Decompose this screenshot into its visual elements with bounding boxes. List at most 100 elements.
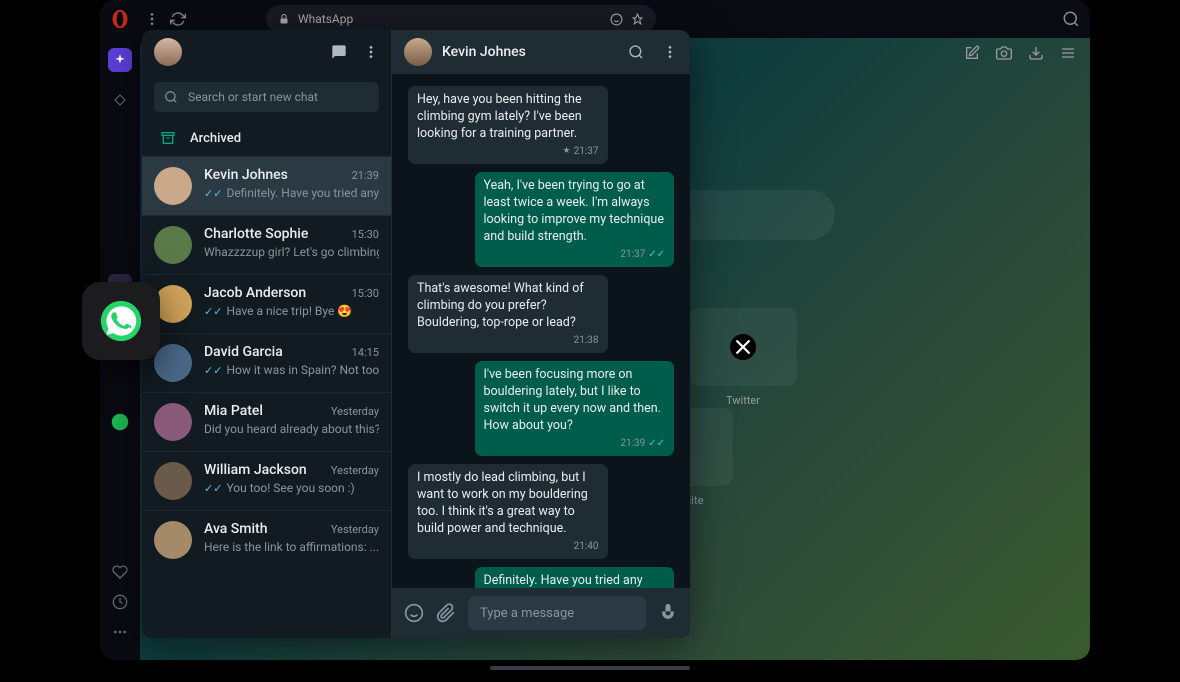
clock-icon[interactable]: [112, 594, 128, 610]
chat-item[interactable]: William Jackson Yesterday ✓✓ You too! Se…: [142, 451, 391, 510]
spotify-icon[interactable]: [108, 410, 132, 434]
more-vertical-icon[interactable]: [144, 11, 160, 27]
download-icon[interactable]: [1028, 45, 1044, 61]
chat-preview: ✓✓ How it was in Spain? Not too...: [204, 363, 379, 377]
message-text: Definitely. Have you tried any specific …: [484, 573, 666, 588]
emoji-icon[interactable]: [610, 13, 623, 26]
message-text: Yeah, I've been trying to go at least tw…: [484, 178, 666, 246]
message-input-bar: Type a message: [392, 588, 690, 638]
menu-icon[interactable]: [1060, 45, 1076, 61]
heart-icon[interactable]: [112, 564, 128, 580]
conversation-header: Kevin Johnes: [392, 30, 690, 74]
more-vertical-icon[interactable]: [662, 44, 678, 60]
chat-avatar: [154, 167, 192, 205]
message-incoming: That's awesome! What kind of climbing do…: [408, 275, 608, 353]
chat-item[interactable]: David Garcia 14:15 ✓✓ How it was in Spai…: [142, 333, 391, 392]
conversation-pane: Kevin Johnes Hey, have you been hitting …: [392, 30, 690, 638]
mic-icon[interactable]: [658, 603, 678, 623]
message-outgoing: I've been focusing more on bouldering la…: [475, 361, 675, 456]
tile-label: Twitter: [726, 394, 760, 407]
star-icon: ★: [563, 145, 571, 157]
chat-name: Kevin Johnes: [204, 167, 288, 183]
chat-name: William Jackson: [204, 462, 307, 478]
chat-item[interactable]: Mia Patel Yesterday Did you heard alread…: [142, 392, 391, 451]
message-outgoing: Definitely. Have you tried any specific …: [475, 567, 675, 588]
more-vertical-icon[interactable]: [363, 44, 379, 60]
message-text: I've been focusing more on bouldering la…: [484, 367, 666, 435]
chat-list-pane: Search or start new chat Archived Kevin …: [142, 30, 392, 638]
read-check-icon: ✓✓: [204, 364, 222, 377]
message-text: I mostly do lead climbing, but I want to…: [417, 470, 599, 538]
message-incoming: Hey, have you been hitting the climbing …: [408, 86, 608, 164]
message-time: 21:38: [417, 334, 599, 348]
reload-icon[interactable]: [170, 11, 186, 27]
chat-preview: Here is the link to affirmations: ...: [204, 540, 379, 554]
new-chat-icon[interactable]: [331, 44, 347, 60]
whatsapp-icon: [99, 299, 143, 343]
message-text: That's awesome! What kind of climbing do…: [417, 281, 599, 332]
message-time: ★ 21:37: [417, 145, 599, 159]
more-horizontal-icon[interactable]: [112, 624, 128, 640]
chat-avatar: [154, 403, 192, 441]
chat-name: David Garcia: [204, 344, 283, 360]
chat-time: 15:30: [352, 228, 379, 241]
search-icon: [164, 90, 178, 104]
chat-time: Yesterday: [331, 464, 379, 477]
address-bar[interactable]: WhatsApp: [266, 5, 656, 33]
message-list: Hey, have you been hitting the climbing …: [392, 74, 690, 588]
search-icon[interactable]: [628, 44, 644, 60]
chat-avatar: [154, 462, 192, 500]
chat-item[interactable]: Ava Smith Yesterday Here is the link to …: [142, 510, 391, 569]
chat-avatar: [154, 344, 192, 382]
scroll-indicator: [490, 666, 690, 670]
x-icon: [730, 334, 756, 360]
chat-avatar: [154, 226, 192, 264]
chat-time: Yesterday: [331, 405, 379, 418]
message-text: Hey, have you been hitting the climbing …: [417, 92, 599, 143]
chat-avatar: [154, 521, 192, 559]
emoji-icon[interactable]: [404, 603, 424, 623]
my-avatar[interactable]: [154, 38, 182, 66]
diamond-icon[interactable]: [108, 88, 132, 112]
message-time: 21:39 ✓✓: [484, 437, 666, 451]
contact-avatar[interactable]: [404, 38, 432, 66]
message-time: 21:37 ✓✓: [484, 248, 666, 262]
opera-logo-icon: [110, 9, 130, 29]
chat-list-header: [142, 30, 391, 74]
chat-time: 14:15: [352, 346, 379, 359]
page-title: WhatsApp: [298, 12, 353, 26]
archived-row[interactable]: Archived: [142, 120, 391, 156]
message-time: 21:40: [417, 540, 599, 554]
read-check-icon: ✓✓: [648, 437, 665, 451]
whatsapp-badge: [82, 282, 160, 360]
edit-icon[interactable]: [964, 45, 980, 61]
chat-list: Kevin Johnes 21:39 ✓✓ Definitely. Have y…: [142, 156, 391, 638]
speed-dial-tile-twitter[interactable]: Twitter: [689, 308, 797, 407]
read-check-icon: ✓✓: [204, 305, 222, 318]
camera-icon[interactable]: [996, 45, 1012, 61]
read-check-icon: ✓✓: [204, 482, 222, 495]
chat-search[interactable]: Search or start new chat: [154, 82, 379, 112]
chat-preview: Whazzzzup girl? Let's go climbing...: [204, 245, 379, 259]
archived-label: Archived: [190, 131, 241, 146]
chat-time: 15:30: [352, 287, 379, 300]
contact-name: Kevin Johnes: [442, 44, 526, 60]
message-incoming: I mostly do lead climbing, but I want to…: [408, 464, 608, 559]
message-input[interactable]: Type a message: [468, 596, 646, 630]
attach-icon[interactable]: [436, 603, 456, 623]
search-placeholder: Search or start new chat: [188, 90, 318, 104]
chat-preview: ✓✓ You too! See you soon :): [204, 481, 379, 495]
chat-item[interactable]: Kevin Johnes 21:39 ✓✓ Definitely. Have y…: [142, 156, 391, 215]
chat-time: Yesterday: [331, 523, 379, 536]
chat-preview: ✓✓ Definitely. Have you tried any...: [204, 186, 379, 200]
ai-sparkle-icon[interactable]: [108, 48, 132, 72]
chat-preview: ✓✓ Have a nice trip! Bye 😍: [204, 304, 379, 318]
chat-item[interactable]: Charlotte Sophie 15:30 Whazzzzup girl? L…: [142, 215, 391, 274]
chat-preview: Did you heard already about this?...: [204, 422, 379, 436]
chat-name: Charlotte Sophie: [204, 226, 308, 242]
pin-icon[interactable]: [631, 13, 644, 26]
chat-name: Mia Patel: [204, 403, 263, 419]
chat-item[interactable]: Jacob Anderson 15:30 ✓✓ Have a nice trip…: [142, 274, 391, 333]
search-icon[interactable]: [1062, 10, 1080, 28]
whatsapp-panel: Search or start new chat Archived Kevin …: [142, 30, 690, 638]
